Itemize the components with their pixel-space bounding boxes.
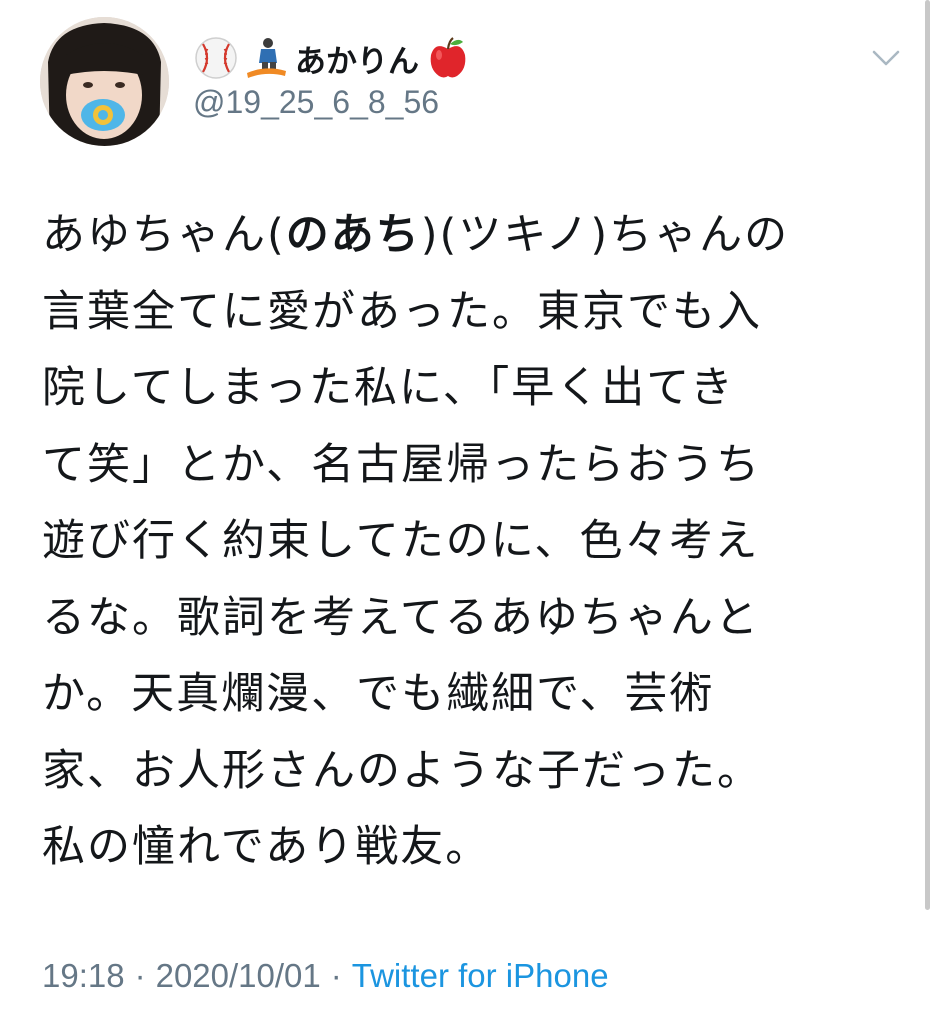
text-segment: 私の憧れであり戦友。 xyxy=(42,822,491,872)
text-segment: あゆちゃん( xyxy=(42,210,286,260)
tweet-detail: あかりん @19_25_6_8_56 あゆちゃん(のあち)(ツキノ)ちゃんの 言… xyxy=(0,0,938,1024)
meta-separator: · xyxy=(330,957,342,994)
text-segment: )(ツキノ)ちゃんの xyxy=(420,210,790,260)
tweet-text: あゆちゃん(のあち)(ツキノ)ちゃんの 言葉全てに愛があった。東京でも入 院して… xyxy=(42,197,892,886)
snowboarder-icon xyxy=(243,35,289,81)
tweet-text-line: か。天真爛漫、でも繊細で、芸術 xyxy=(42,656,892,733)
text-segment: 遊び行く約束してたのに、色々考え xyxy=(42,516,760,566)
tweet-text-line: 遊び行く約束してたのに、色々考え xyxy=(42,503,892,580)
red-apple-icon xyxy=(425,35,471,81)
avatar[interactable] xyxy=(40,17,169,146)
tweet-date[interactable]: 2020/10/01 xyxy=(156,957,321,994)
text-segment: 言葉全てに愛があった。東京でも入 xyxy=(42,286,762,337)
tweet-source-link[interactable]: Twitter for iPhone xyxy=(352,957,609,994)
text-segment: て笑」とか、名古屋帰ったらおうち xyxy=(42,439,762,490)
display-name: あかりん xyxy=(295,43,419,80)
user-name-row[interactable]: あかりん xyxy=(193,32,471,84)
text-segment: 家、お人形さんのような子だった。 xyxy=(42,745,762,796)
tweet-text-line: 院してしまった私に、「早く出てき xyxy=(42,350,892,427)
text-segment: か。天真爛漫、でも繊細で、芸術 xyxy=(42,669,715,719)
tweet-meta: 19:18 · 2020/10/01 · Twitter for iPhone xyxy=(42,957,609,995)
meta-separator: · xyxy=(134,957,146,994)
text-segment-bold: のあち xyxy=(285,210,421,260)
chevron-down-icon[interactable] xyxy=(868,44,904,72)
tweet-text-line: あゆちゃん(のあち)(ツキノ)ちゃんの xyxy=(42,197,892,274)
user-handle[interactable]: @19_25_6_8_56 xyxy=(193,84,439,121)
text-segment: るな。歌詞を考えてるあゆちゃんと xyxy=(42,592,760,643)
scrollbar[interactable] xyxy=(925,0,930,910)
tweet-text-line: るな。歌詞を考えてるあゆちゃんと xyxy=(42,580,892,657)
tweet-text-line: 言葉全てに愛があった。東京でも入 xyxy=(42,274,892,351)
tweet-time[interactable]: 19:18 xyxy=(42,957,125,994)
tweet-text-line: 私の憧れであり戦友。 xyxy=(42,809,892,886)
tweet-text-line: て笑」とか、名古屋帰ったらおうち xyxy=(42,427,892,504)
text-segment: 院してしまった私に、「早く出てき xyxy=(42,363,735,413)
baseball-icon xyxy=(193,35,239,81)
tweet-text-line: 家、お人形さんのような子だった。 xyxy=(42,733,892,810)
